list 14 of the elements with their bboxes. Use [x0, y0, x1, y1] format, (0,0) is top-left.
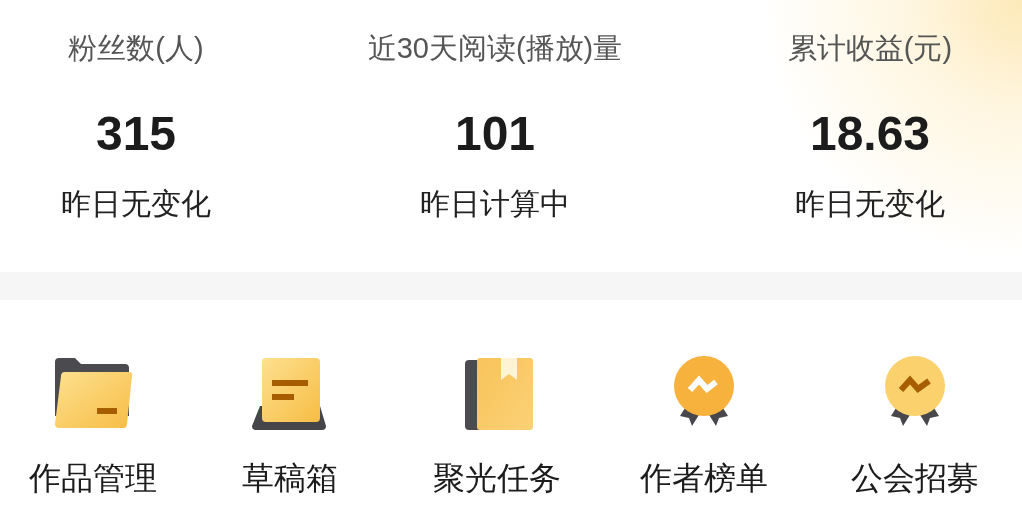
- tool-label[interactable]: 公会招募: [850, 458, 979, 498]
- stat-change: 昨日无变化: [795, 186, 945, 222]
- stat-label: 粉丝数(人): [68, 31, 204, 66]
- tool-label[interactable]: 草稿箱: [241, 458, 338, 498]
- stat-value: 18.63: [809, 106, 931, 162]
- tool-label[interactable]: 作者榜单: [639, 458, 768, 498]
- tool-label[interactable]: 聚光任务: [432, 458, 561, 498]
- stat-label: 近30天阅读(播放)量: [367, 31, 623, 66]
- stat-change: 昨日计算中: [420, 186, 570, 222]
- stat-change: 昨日无变化: [61, 186, 211, 222]
- stat-label: 累计收益(元): [787, 31, 953, 66]
- stat-value: 101: [454, 106, 536, 162]
- stat-value: 315: [95, 106, 177, 162]
- tool-label[interactable]: 作品管理: [29, 458, 157, 498]
